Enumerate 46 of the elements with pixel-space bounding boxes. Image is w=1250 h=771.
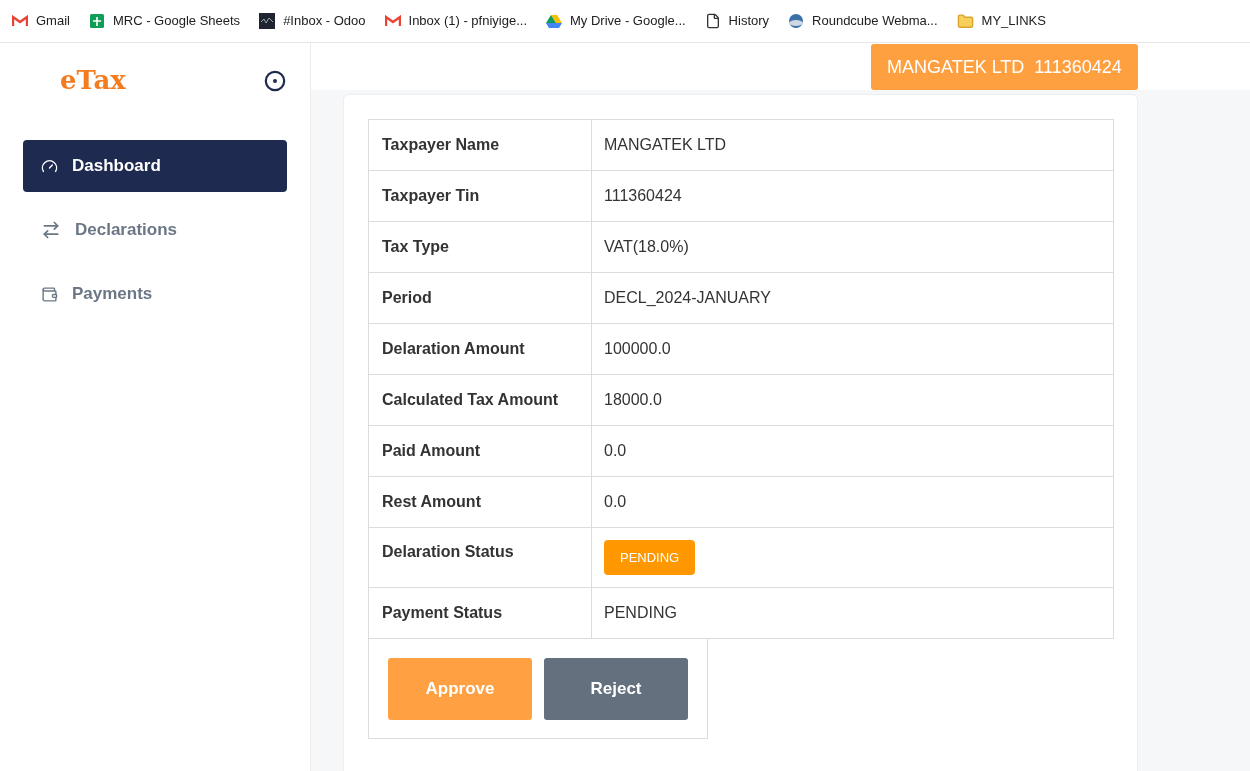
row-value: DECL_2024-JANUARY — [604, 289, 771, 306]
bookmark-link[interactable]: Roundcube Webma... — [788, 11, 938, 31]
row-label: Delaration Amount — [382, 340, 525, 357]
row-value: 0.0 — [604, 493, 627, 510]
arrows-icon — [41, 220, 61, 240]
nav-item[interactable]: Declarations — [23, 204, 287, 256]
bookmark-link[interactable]: MRC - Google Sheets — [88, 11, 241, 31]
row-value: 111360424 — [604, 187, 682, 204]
bookmark-link[interactable]: #Inbox - Odoo — [259, 11, 366, 31]
row-label: Tax Type — [382, 238, 449, 255]
bookmark-link[interactable]: Gmail — [12, 11, 70, 31]
row-value: VAT(18.0%) — [604, 238, 689, 255]
status-badge: PENDING — [604, 539, 696, 576]
app-icon — [259, 13, 276, 29]
nav-item[interactable]: Payments — [23, 268, 287, 320]
row-value: MANGATEK LTD — [604, 136, 727, 153]
row-label: Payment Status — [382, 604, 503, 621]
logo: eTax — [60, 64, 126, 97]
row-label: Paid Amount — [382, 442, 481, 459]
gauge-icon — [41, 157, 58, 175]
row-value: 0.0 — [604, 442, 627, 459]
bookmark-link[interactable]: My Drive - Google... — [546, 11, 686, 31]
spreadsheet-icon — [88, 13, 105, 29]
mail-icon — [12, 15, 28, 27]
row-label: Rest Amount — [382, 493, 481, 510]
row-label: Period — [382, 289, 432, 306]
nav-item[interactable]: Dashboard — [23, 140, 287, 192]
account-badge: MANGATEK LTD 111360424 — [871, 44, 1138, 90]
reject-button[interactable]: Reject — [544, 657, 688, 720]
target-icon[interactable] — [264, 69, 286, 92]
bookmark-link[interactable]: History — [704, 11, 770, 31]
folder-icon — [956, 12, 974, 30]
row-label: Taxpayer Tin — [382, 187, 480, 204]
mail-icon — [384, 15, 401, 27]
row-value: 100000.0 — [604, 340, 671, 357]
row-label: Taxpayer Name — [382, 136, 500, 153]
row-value: PENDING — [604, 604, 677, 621]
row-label: Delaration Status — [382, 542, 514, 560]
drive-icon — [546, 14, 562, 28]
wallet-icon — [41, 285, 58, 303]
row-label: Calculated Tax Amount — [382, 391, 559, 408]
bookmark-link[interactable]: Inbox (1) - pfniyige... — [384, 11, 527, 31]
page-icon — [704, 13, 721, 29]
globe-icon — [788, 13, 805, 29]
row-value: 18000.0 — [604, 391, 662, 408]
bookmark-link[interactable]: MY_LINKS — [956, 11, 1046, 31]
